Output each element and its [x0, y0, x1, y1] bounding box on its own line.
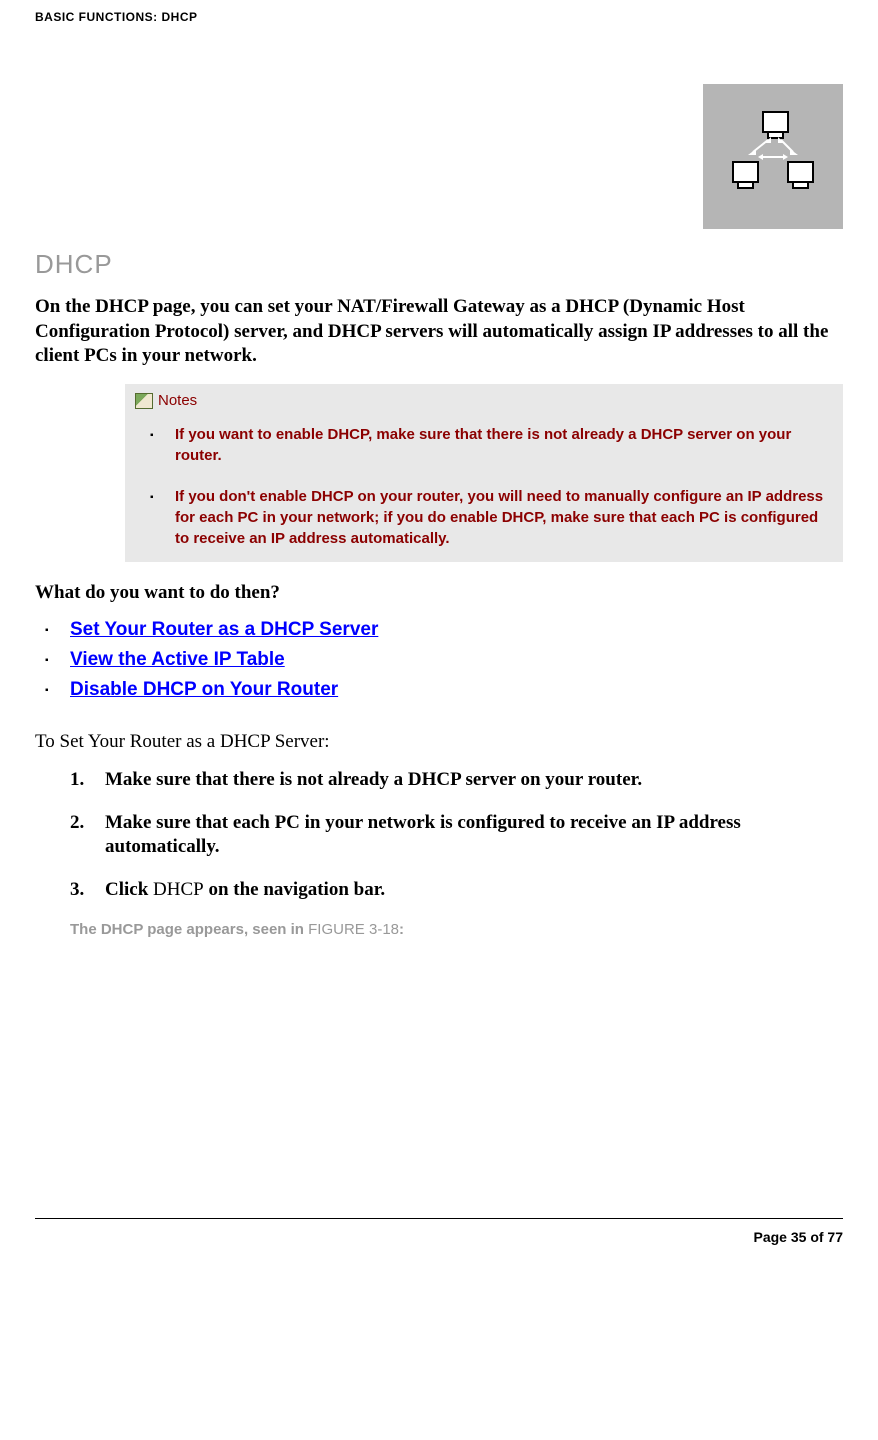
- network-diagram-image: [703, 84, 843, 229]
- note-item: If you want to enable DHCP, make sure th…: [150, 424, 828, 466]
- note-item: If you don't enable DHCP on your router,…: [150, 486, 828, 549]
- list-item: Set Your Router as a DHCP Server: [35, 619, 843, 641]
- subsection-title: To Set Your Router as a DHCP Server:: [35, 731, 843, 753]
- link-disable-dhcp[interactable]: Disable DHCP on Your Router: [70, 679, 338, 700]
- link-view-ip-table[interactable]: View the Active IP Table: [70, 649, 285, 670]
- intro-paragraph: On the DHCP page, you can set your NAT/F…: [35, 295, 843, 369]
- notes-label: Notes: [158, 392, 197, 409]
- step-item: Make sure that each PC in your network i…: [70, 811, 843, 860]
- question-text: What do you want to do then?: [35, 582, 843, 604]
- page-footer: Page 35 of 77: [35, 1218, 843, 1245]
- notes-icon: [135, 393, 153, 409]
- notes-box: Notes If you want to enable DHCP, make s…: [125, 384, 843, 562]
- step-item: Click DHCP on the navigation bar.: [70, 878, 843, 903]
- network-icon: [723, 107, 823, 207]
- section-title: DHCP: [35, 249, 843, 280]
- list-item: Disable DHCP on Your Router: [35, 679, 843, 701]
- link-set-dhcp-server[interactable]: Set Your Router as a DHCP Server: [70, 619, 378, 640]
- breadcrumb: BASIC FUNCTIONS: DHCP: [35, 10, 843, 24]
- list-item: View the Active IP Table: [35, 649, 843, 671]
- figure-note: The DHCP page appears, seen in FIGURE 3-…: [70, 921, 843, 938]
- step-item: Make sure that there is not already a DH…: [70, 768, 843, 793]
